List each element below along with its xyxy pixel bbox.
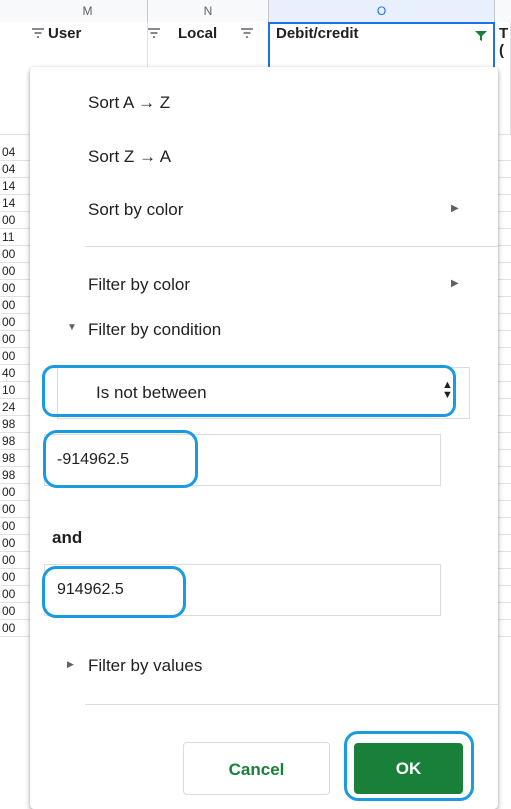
condition-value-2-input[interactable] [44,564,441,616]
submenu-arrow-icon: ▶ [451,278,459,289]
filter-icon[interactable] [31,27,45,39]
row-cell-value: 00 [2,604,16,618]
row-cell-value: 00 [2,485,16,499]
cancel-button[interactable]: Cancel [183,742,330,795]
sort-z-a-item[interactable]: Sort Z → A [30,136,498,176]
row-cell-value: 00 [2,570,16,584]
column-header-bar: M N O [0,0,511,23]
menu-divider [85,704,498,705]
sort-a-z-item[interactable]: Sort A → Z [30,82,498,122]
filter-icon[interactable] [240,27,254,39]
row-cell-value: 00 [2,621,16,635]
filter-by-values-label: Filter by values [88,656,203,675]
header-label-next: T [499,25,509,42]
row-cell-value: 04 [2,145,16,159]
row-cell-value: 98 [2,417,16,431]
column-header-m[interactable]: M [28,0,148,22]
row-cell-value: 00 [2,587,16,601]
sort-by-color-label: Sort by color [88,200,184,219]
row-cell-value: 00 [2,298,16,312]
row-cell-value: 00 [2,519,16,533]
sort-by-color-item[interactable]: Sort by color ▶ [30,189,498,229]
and-label: and [52,528,83,547]
sort-a-z-label: Sort A → Z [88,93,171,112]
row-cell-value: 00 [2,264,16,278]
sort-z-a-label: Sort Z → A [88,147,172,166]
filter-by-color-item[interactable]: Filter by color ▶ [30,264,498,304]
row-cell-value: 00 [2,315,16,329]
row-cell-value: 40 [2,366,16,380]
condition-select-value: Is not between [96,383,207,402]
expanded-triangle-icon: ▼ [67,322,77,333]
column-header-o[interactable]: O [269,0,495,22]
header-label-next-2: ( [499,42,504,59]
row-cell-value: 10 [2,383,16,397]
row-cell-value: 00 [2,213,16,227]
collapsed-triangle-icon: ▶ [67,659,74,669]
column-header-n[interactable]: N [148,0,269,22]
row-cell-value: 98 [2,451,16,465]
header-label-debit-credit: Debit/credit [276,25,359,42]
row-cell-value: 00 [2,332,16,346]
filter-by-color-label: Filter by color [88,275,191,294]
active-filter-icon[interactable] [474,30,488,42]
row-cell-value: 98 [2,434,16,448]
row-cell-value: 14 [2,196,16,210]
row-cell-value: 98 [2,468,16,482]
row-cell-value: 00 [2,349,16,363]
row-cell-value: 00 [2,247,16,261]
row-cell-value: 00 [2,536,16,550]
row-cell-value: 00 [2,553,16,567]
row-cell-value: 00 [2,502,16,516]
filter-by-condition-toggle[interactable]: ▼ Filter by condition [30,317,498,347]
submenu-arrow-icon: ▶ [451,203,459,214]
header-label-local: Local [178,25,218,42]
header-label-user: User [48,25,82,42]
filter-by-values-toggle[interactable]: ▶ Filter by values [30,653,498,683]
row-cell-value: 11 [2,230,15,244]
menu-divider [85,246,498,247]
row-cell-value: 24 [2,400,16,414]
condition-select[interactable]: Is not between ▲ ▼ [57,367,470,419]
row-cell-value: 00 [2,281,16,295]
row-cell-value: 04 [2,162,16,176]
condition-value-1-input[interactable] [44,434,441,486]
select-updown-icon: ▲ ▼ [442,379,453,401]
filter-menu-dialog: Sort A → Z Sort Z → A Sort by color ▶ Fi… [30,67,498,809]
filter-by-condition-label: Filter by condition [88,320,222,339]
row-cell-value: 14 [2,179,16,193]
ok-button[interactable]: OK [354,743,463,794]
